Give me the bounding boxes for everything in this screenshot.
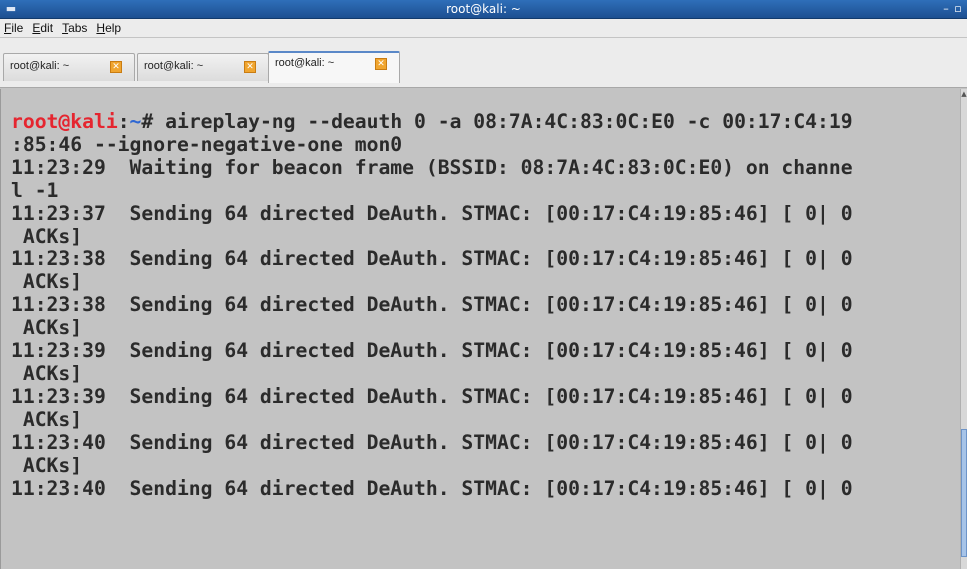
terminal-window: ▬ root@kali: ~ – ▫ File Edit Tabs Help r… (0, 0, 967, 569)
tab-label: root@kali: ~ (275, 57, 335, 69)
menu-bar: File Edit Tabs Help (0, 19, 967, 38)
tab-label: root@kali: ~ (10, 60, 70, 72)
close-icon[interactable]: ✕ (110, 61, 122, 73)
close-icon[interactable]: ✕ (375, 58, 387, 70)
prompt-user: root@kali (11, 110, 118, 133)
tab-label: root@kali: ~ (144, 60, 204, 72)
maximize-button[interactable]: ▫ (952, 1, 964, 17)
prompt-path: ~ (129, 110, 142, 133)
menu-tabs[interactable]: Tabs (62, 21, 87, 35)
vertical-scrollbar[interactable]: ▲ (960, 89, 967, 569)
tab-3-active[interactable]: root@kali: ~ ✕ (268, 51, 400, 83)
close-icon[interactable]: ✕ (244, 61, 256, 73)
title-bar[interactable]: ▬ root@kali: ~ – ▫ (0, 0, 967, 19)
menu-edit[interactable]: Edit (32, 21, 53, 35)
scroll-thumb[interactable] (961, 429, 967, 557)
menu-help[interactable]: Help (96, 21, 121, 35)
command-output: 11:23:29 Waiting for beacon frame (BSSID… (11, 155, 853, 500)
tab-2[interactable]: root@kali: ~ ✕ (137, 53, 269, 81)
minimize-button[interactable]: – (940, 1, 952, 17)
prompt-symbol: # (141, 110, 166, 133)
tab-bar: root@kali: ~ ✕ root@kali: ~ ✕ root@kali:… (0, 38, 967, 88)
menu-file[interactable]: File (4, 21, 23, 35)
tab-1[interactable]: root@kali: ~ ✕ (3, 53, 135, 81)
arrow-up-icon[interactable]: ▲ (961, 89, 967, 99)
prompt-separator: : (117, 110, 130, 133)
window-title: root@kali: ~ (446, 2, 521, 16)
terminal-output[interactable]: root@kali:~# aireplay-ng --deauth 0 -a 0… (0, 89, 960, 569)
terminal-text: root@kali:~# aireplay-ng --deauth 0 -a 0… (1, 89, 960, 500)
